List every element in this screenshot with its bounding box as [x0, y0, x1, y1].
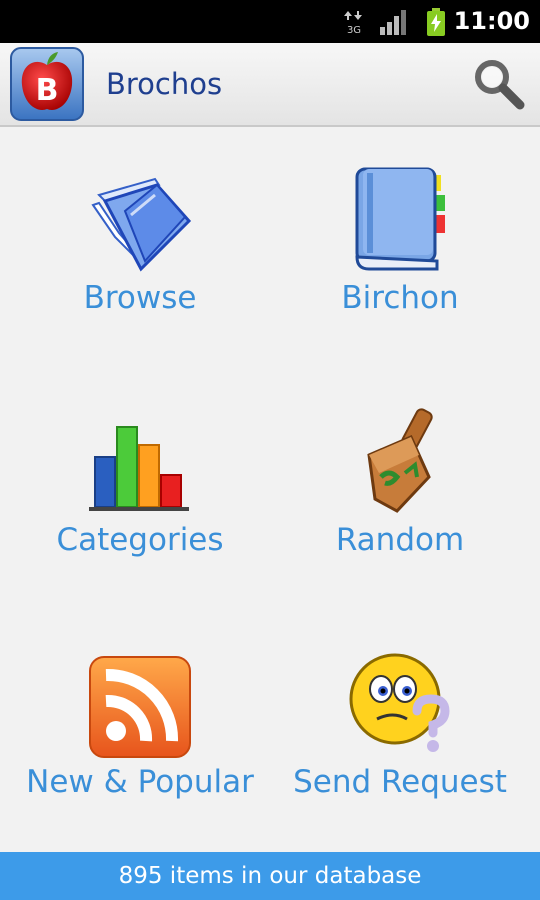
- folder-icon: [91, 177, 192, 272]
- menu-label-birchon: Birchon: [341, 280, 459, 316]
- menu-label-new-popular: New & Popular: [26, 764, 254, 800]
- menu-item-send-request[interactable]: Send Request: [265, 609, 535, 851]
- signal-icon: [380, 10, 406, 35]
- app-title: Brochos: [106, 67, 223, 101]
- menu-item-random[interactable]: Random: [265, 367, 535, 609]
- menu-item-categories[interactable]: Categories: [5, 367, 275, 609]
- rss-icon: [89, 656, 191, 758]
- menu-label-random: Random: [335, 522, 465, 558]
- bar-chart-icon: [89, 426, 189, 511]
- question-face-icon: [349, 653, 450, 752]
- footer-status: 895 items in our database: [0, 852, 540, 900]
- data-arrows-icon: 3G: [344, 11, 362, 35]
- menu-label-send-request: Send Request: [293, 764, 507, 800]
- app-logo-icon[interactable]: B: [10, 47, 84, 121]
- book-icon: [355, 167, 445, 271]
- clock: 11:00: [453, 7, 530, 35]
- menu-item-browse[interactable]: Browse: [5, 125, 275, 367]
- action-bar: B Brochos: [0, 43, 540, 127]
- menu-item-new-popular[interactable]: New & Popular: [5, 609, 275, 851]
- menu-label-browse: Browse: [83, 280, 197, 316]
- menu-label-categories: Categories: [56, 522, 224, 558]
- search-icon[interactable]: [470, 55, 528, 113]
- battery-charging-icon: [427, 8, 445, 36]
- svg-text:3G: 3G: [347, 25, 361, 35]
- menu-item-birchon[interactable]: Birchon: [265, 125, 535, 367]
- status-bar: 3G 11:00: [0, 0, 540, 43]
- footer-text: 895 items in our database: [118, 863, 422, 889]
- dreidel-icon: [367, 408, 433, 513]
- svg-text:B: B: [36, 73, 59, 108]
